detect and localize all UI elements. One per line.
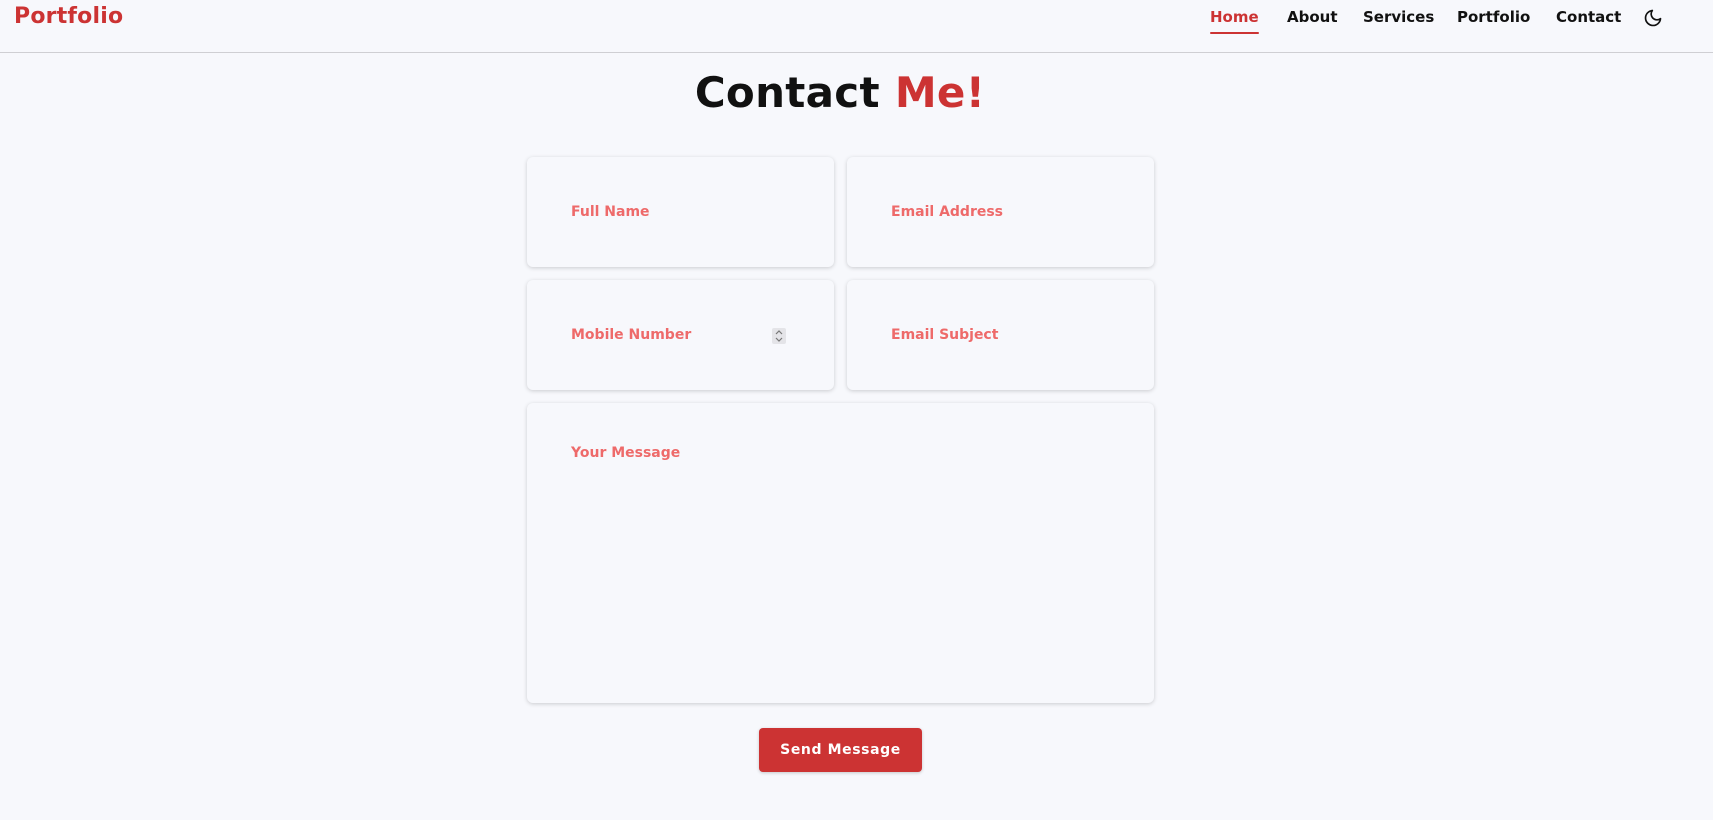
full-name-field-box	[527, 157, 834, 267]
site-header: Portfolio Home About Services Portfolio …	[0, 0, 1713, 53]
nav-home[interactable]: Home	[1210, 8, 1259, 34]
title-main: Contact	[694, 68, 880, 117]
email-field-box	[847, 157, 1154, 267]
page-title: Contact Me!	[0, 68, 1680, 117]
nav-about[interactable]: About	[1287, 8, 1338, 26]
nav-contact[interactable]: Contact	[1556, 8, 1621, 26]
message-field-box	[527, 403, 1154, 703]
nav-services[interactable]: Services	[1363, 8, 1434, 26]
main-nav: Home About Services Portfolio Contact	[0, 8, 1713, 38]
mobile-field-box	[527, 280, 834, 390]
full-name-input[interactable]	[527, 157, 834, 267]
nav-portfolio[interactable]: Portfolio	[1457, 8, 1530, 26]
send-message-button[interactable]: Send Message	[759, 728, 922, 772]
chevron-up-down-icon	[775, 330, 783, 342]
mobile-number-input[interactable]	[527, 280, 834, 390]
moon-icon[interactable]	[1643, 8, 1663, 28]
email-subject-input[interactable]	[847, 280, 1154, 390]
message-textarea[interactable]	[527, 403, 1154, 703]
email-input[interactable]	[847, 157, 1154, 267]
title-accent: Me!	[894, 68, 986, 117]
number-spinner[interactable]	[772, 328, 786, 344]
subject-field-box	[847, 280, 1154, 390]
